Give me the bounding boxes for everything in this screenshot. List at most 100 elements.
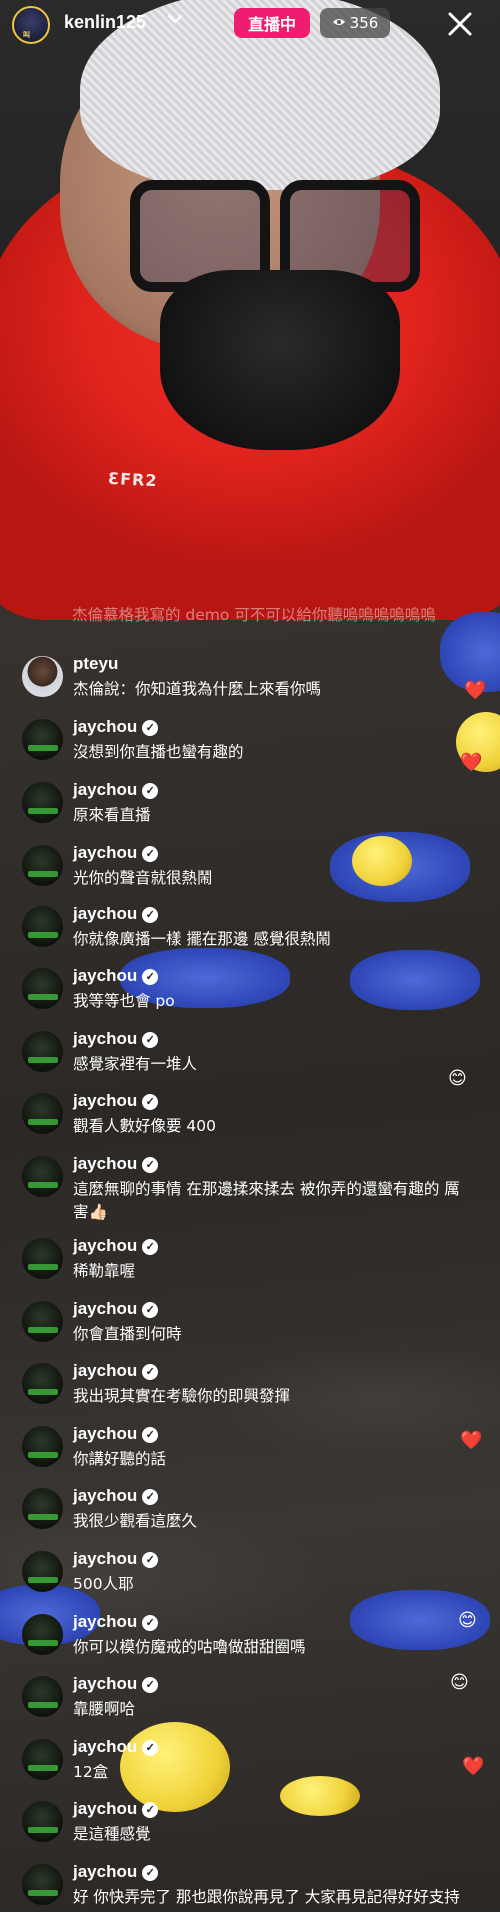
verified-badge-icon: ✓ — [142, 1094, 159, 1110]
smile-reaction-icon: 😊 — [450, 1672, 469, 1693]
verified-badge-icon: ✓ — [142, 1865, 159, 1881]
commenter-username[interactable]: jaychou ✓ — [73, 1674, 159, 1694]
commenter-username[interactable]: pteyu — [73, 654, 118, 674]
commenter-avatar[interactable] — [22, 1864, 63, 1905]
commenter-avatar[interactable] — [22, 782, 63, 823]
commenter-username-text: jaychou — [73, 1424, 138, 1443]
commenter-avatar[interactable] — [22, 1301, 63, 1342]
verified-badge-icon: ✓ — [142, 907, 159, 923]
commenter-username[interactable]: jaychou ✓ — [73, 1091, 159, 1111]
commenter-username[interactable]: jaychou ✓ — [73, 1361, 159, 1381]
streamer-head — [60, 0, 440, 450]
streamer-avatar[interactable]: 叫 — [12, 6, 50, 44]
commenter-username[interactable]: jaychou ✓ — [73, 904, 159, 924]
shirt-logo: ƐFR2 — [107, 468, 158, 491]
commenter-avatar[interactable] — [22, 1426, 63, 1467]
smile-reaction-icon: 😊 — [448, 1068, 467, 1089]
comment-text: 稀勒靠喔 — [73, 1262, 136, 1280]
comment-text: 感覺家裡有一堆人 — [73, 1055, 198, 1073]
commenter-username-text: jaychou — [73, 1154, 138, 1173]
comment-text: 我等等也會 po — [73, 992, 175, 1010]
comment-text: 光你的聲音就很熱鬧 — [73, 869, 213, 887]
comment-text: 這麼無聊的事情 在那邊揉來揉去 被你弄的還蠻有趣的 厲害👍🏻 — [73, 1180, 460, 1221]
commenter-username[interactable]: jaychou ✓ — [73, 1424, 159, 1444]
smile-reaction-icon: 😊 — [458, 1610, 477, 1631]
verified-badge-icon: ✓ — [142, 1032, 159, 1048]
comment-text: 觀看人數好像要 400 — [73, 1117, 217, 1135]
comment-text: 你會直播到何時 — [73, 1325, 182, 1343]
live-header: 叫 kenlin125 直播中 356 — [0, 0, 500, 50]
commenter-avatar[interactable] — [22, 719, 63, 760]
commenter-avatar[interactable] — [22, 1614, 63, 1655]
commenter-username-text: jaychou — [73, 1799, 138, 1818]
verified-badge-icon: ✓ — [142, 846, 159, 862]
commenter-username-text: jaychou — [73, 1486, 138, 1505]
commenter-username-text: jaychou — [73, 1674, 138, 1693]
commenter-avatar[interactable] — [22, 1488, 63, 1529]
commenter-username[interactable]: jaychou ✓ — [73, 1299, 159, 1319]
commenter-username[interactable]: jaychou ✓ — [73, 1862, 159, 1882]
verified-badge-icon: ✓ — [142, 1427, 159, 1443]
commenter-username-text: pteyu — [73, 654, 119, 673]
commenter-avatar[interactable] — [22, 1156, 63, 1197]
comment-text: 你可以模仿魔戒的咕嚕做甜甜圈嗎 — [73, 1638, 306, 1656]
viewer-count-badge[interactable]: 356 — [320, 8, 390, 38]
commenter-username[interactable]: jaychou ✓ — [73, 1486, 159, 1506]
commenter-avatar[interactable] — [22, 1676, 63, 1717]
commenter-avatar[interactable] — [22, 656, 63, 697]
commenter-username[interactable]: jaychou ✓ — [73, 1612, 159, 1632]
commenter-username-text: jaychou — [73, 843, 138, 862]
commenter-username[interactable]: jaychou ✓ — [73, 1029, 159, 1049]
comment-text: 好 你快弄完了 那也跟你說再見了 大家再見記得好好支持這個白痴啊 — [73, 1888, 460, 1929]
commenter-username[interactable]: jaychou ✓ — [73, 1549, 159, 1569]
heart-reaction-icon: ❤️ — [460, 752, 483, 773]
heart-reaction-icon: ❤️ — [464, 680, 487, 701]
comment-text: 我很少觀看這麼久 — [73, 1512, 198, 1530]
heart-reaction-icon: ❤️ — [460, 1430, 483, 1451]
commenter-avatar[interactable] — [22, 968, 63, 1009]
face-mask — [160, 270, 400, 450]
commenter-avatar[interactable] — [22, 1238, 63, 1279]
commenter-avatar[interactable] — [22, 1363, 63, 1404]
comment-text: 沒想到你直播也蠻有趣的 — [73, 743, 244, 761]
faded-comment: 杰倫慕格我寫的 demo 可不可以給你聽嗚嗚嗚嗚嗚嗚 — [72, 606, 436, 624]
commenter-username[interactable]: jaychou ✓ — [73, 780, 159, 800]
commenter-avatar[interactable] — [22, 845, 63, 886]
streamer-username[interactable]: kenlin125 — [64, 12, 146, 33]
commenter-username[interactable]: jaychou ✓ — [73, 717, 159, 737]
chevron-down-icon[interactable] — [166, 10, 184, 33]
commenter-username[interactable]: jaychou ✓ — [73, 1799, 159, 1819]
close-icon — [448, 12, 472, 36]
commenter-avatar[interactable] — [22, 1031, 63, 1072]
verified-badge-icon: ✓ — [142, 1302, 159, 1318]
commenter-avatar[interactable] — [22, 1801, 63, 1842]
verified-badge-icon: ✓ — [142, 1802, 159, 1818]
commenter-avatar[interactable] — [22, 1093, 63, 1134]
comment-text: 500人耶 — [73, 1575, 134, 1593]
comment-text: 是這種感覺 — [73, 1825, 151, 1843]
commenter-username[interactable]: jaychou ✓ — [73, 966, 159, 986]
commenter-username-text: jaychou — [73, 1091, 138, 1110]
commenter-username[interactable]: jaychou ✓ — [73, 1154, 159, 1174]
commenter-username-text: jaychou — [73, 1299, 138, 1318]
eye-icon — [332, 16, 346, 31]
commenter-avatar[interactable] — [22, 1739, 63, 1780]
verified-badge-icon: ✓ — [142, 720, 159, 736]
commenter-username[interactable]: jaychou ✓ — [73, 1236, 159, 1256]
avatar-label: 叫 — [23, 31, 30, 39]
commenter-username-text: jaychou — [73, 1549, 138, 1568]
commenter-avatar[interactable] — [22, 1551, 63, 1592]
commenter-username[interactable]: jaychou ✓ — [73, 1737, 159, 1757]
commenter-username[interactable]: jaychou ✓ — [73, 843, 159, 863]
commenter-username-text: jaychou — [73, 1361, 138, 1380]
verified-badge-icon: ✓ — [142, 1489, 159, 1505]
verified-badge-icon: ✓ — [142, 1615, 159, 1631]
commenter-username-text: jaychou — [73, 966, 138, 985]
commenter-username-text: jaychou — [73, 1862, 138, 1881]
close-button[interactable] — [440, 4, 480, 44]
commenter-avatar[interactable] — [22, 906, 63, 947]
comment-text: 靠腰啊哈 — [73, 1700, 136, 1718]
commenter-username-text: jaychou — [73, 717, 138, 736]
verified-badge-icon: ✓ — [142, 1552, 159, 1568]
verified-badge-icon: ✓ — [142, 783, 159, 799]
